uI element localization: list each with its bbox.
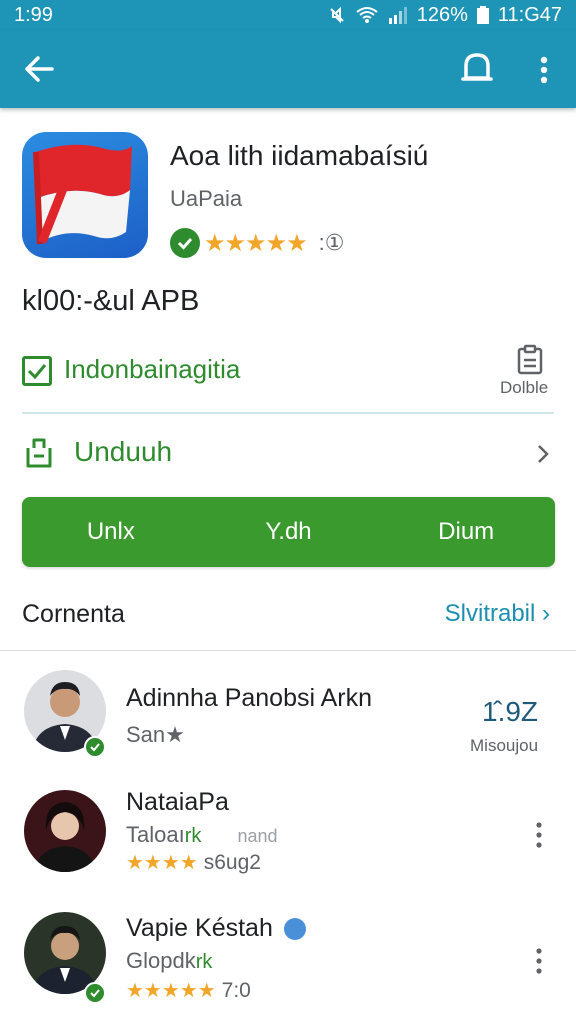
reviewer-sub: Taloaırk nand <box>126 822 278 847</box>
reviewer-sub: Glopdkrk <box>126 948 213 973</box>
flag-icon <box>33 144 132 245</box>
notification-bell-icon[interactable] <box>460 50 494 86</box>
action-button-1[interactable]: Unlx <box>22 497 200 567</box>
battery-icon <box>476 6 489 24</box>
app-bar <box>0 30 576 108</box>
review-item: Adinnha Panobsi Arkn San★ 1̂.9Z Misoujou <box>0 660 576 770</box>
checkbox-icon[interactable] <box>22 356 52 386</box>
clipboard-icon[interactable] <box>516 344 544 376</box>
signal-icon <box>388 7 407 24</box>
comments-title: Cornenta <box>22 600 125 628</box>
review-stars: ★★★★★ 7:0 <box>126 979 251 1002</box>
action-button-3[interactable]: Dium <box>377 497 555 567</box>
app-title: Aoa lith iidamabaísiú <box>170 140 429 171</box>
badge-icon <box>283 918 306 941</box>
review-side-value: 1̂.9Z <box>482 696 539 727</box>
clipboard-label: Dolble <box>500 378 549 397</box>
action-button-2[interactable]: Y.dh <box>200 497 378 567</box>
verified-badge-icon <box>84 736 106 758</box>
avatar[interactable] <box>24 790 106 872</box>
review-item: NataiaPa Taloaırk nand ★★★★ s6ug2 <box>0 780 576 890</box>
comments-header: Cornenta Slvitrabil › <box>22 600 554 634</box>
app-rating: ★★★★★ :① <box>170 226 344 260</box>
language-label: Indonbainagitia <box>64 354 241 384</box>
divider <box>0 650 576 651</box>
review-stars: ★★★★ s6ug2 <box>126 851 261 874</box>
battery-percent: 126% <box>416 3 468 26</box>
status-bar: 1:99 126% 11:G47 <box>0 0 576 30</box>
flag-app-icon <box>22 132 148 258</box>
review-side-label: Misoujou <box>470 736 539 755</box>
status-clock: 11:G47 <box>497 3 562 26</box>
action-bar: Unlx Y.dh Dium <box>22 497 555 567</box>
mute-icon <box>330 6 344 24</box>
app-developer[interactable]: UaPaia <box>170 186 242 212</box>
reviewer-name: Vapie Késtah <box>126 914 306 943</box>
rating-stars: ★★★★★ <box>204 229 308 257</box>
download-row[interactable]: Unduuh <box>22 430 554 478</box>
verified-badge-icon <box>84 982 106 1004</box>
review-item: Vapie Késtah Glopdkrk ★★★★★ 7:0 <box>0 902 576 1012</box>
more-options-icon[interactable] <box>530 54 558 86</box>
divider <box>22 412 554 414</box>
more-options-icon[interactable] <box>528 946 550 976</box>
rating-extra: :① <box>318 230 345 255</box>
status-time: 1:99 <box>14 3 53 26</box>
wifi-icon <box>356 7 378 23</box>
more-options-icon[interactable] <box>528 820 550 850</box>
language-row[interactable]: Indonbainagitia Dolble <box>22 344 554 397</box>
reviewer-name: Adinnha Panobsi Arkn <box>126 684 373 712</box>
chevron-right-icon <box>538 445 549 463</box>
back-arrow-icon[interactable] <box>22 52 56 86</box>
verified-check-icon <box>170 228 200 258</box>
download-icon <box>26 438 52 468</box>
section-heading: kl00:-&ul APB <box>22 285 200 317</box>
see-all-link[interactable]: Slvitrabil › <box>445 600 550 628</box>
reviewer-sub: San★ <box>126 722 185 747</box>
reviewer-name: NataiaPa <box>126 788 229 816</box>
download-label: Unduuh <box>74 436 173 467</box>
